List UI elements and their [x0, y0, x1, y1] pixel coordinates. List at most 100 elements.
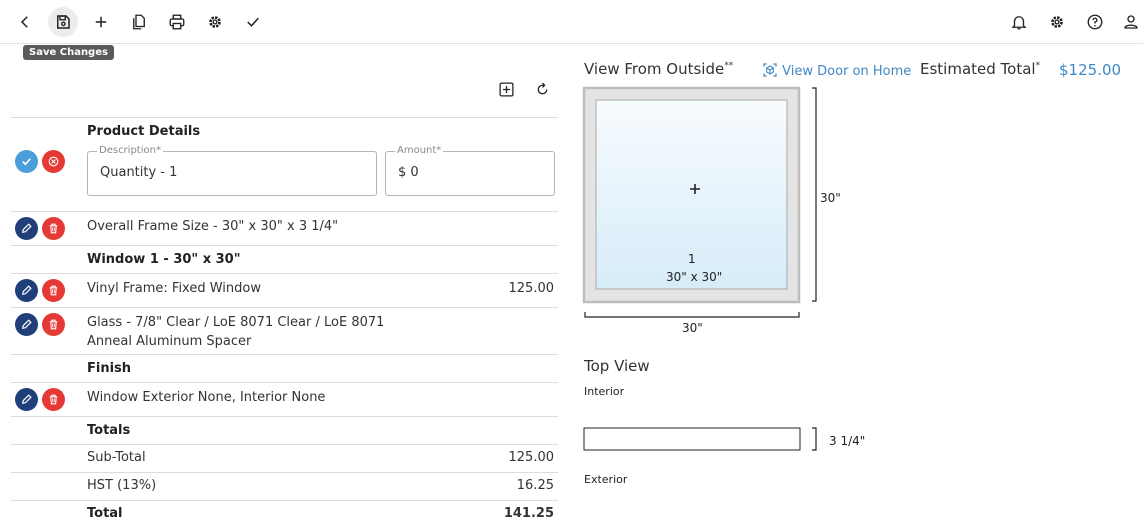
top-view-title: Top View — [584, 357, 650, 375]
settings-button[interactable] — [200, 7, 230, 37]
save-icon — [57, 15, 70, 29]
estimated-total-value: $125.00 — [1059, 61, 1122, 79]
amount-field[interactable]: Amount* $ 0 — [385, 145, 555, 196]
subtotal-value: 125.00 — [508, 450, 555, 465]
help-button[interactable] — [1080, 7, 1110, 37]
pencil-icon — [21, 319, 32, 330]
check-icon — [247, 17, 259, 27]
pencil-icon — [21, 223, 32, 234]
line-item: Vinyl Frame: Fixed Window 125.00 — [11, 273, 558, 307]
hst-label: HST (13%) — [87, 478, 157, 493]
estimated-total-sup: * — [1035, 61, 1041, 71]
save-button[interactable] — [48, 7, 78, 37]
print-button[interactable] — [162, 7, 192, 37]
view-door-on-home-link[interactable]: View Door on Home — [762, 62, 911, 79]
description-label: Description* — [97, 145, 163, 156]
section-header: Window 1 - 30" x 30" — [11, 245, 558, 273]
line-item: Overall Frame Size - 30" x 30" x 3 1/4" — [11, 211, 558, 245]
cancel-line-button[interactable] — [42, 150, 65, 173]
check-icon — [22, 158, 31, 166]
depth-bracket — [812, 427, 817, 451]
trash-icon — [49, 285, 58, 296]
window-header: Window 1 - 30" x 30" — [87, 252, 241, 267]
width-bracket — [584, 312, 800, 318]
trash-icon — [49, 319, 58, 330]
total-label: Total — [87, 506, 123, 521]
cancel-icon — [48, 156, 59, 167]
depth-dimension: 3 1/4" — [829, 434, 866, 448]
hst-row: HST (13%) 16.25 — [11, 472, 558, 500]
bell-icon — [1011, 16, 1027, 30]
edit-button[interactable] — [15, 388, 38, 411]
user-icon — [1123, 15, 1138, 29]
edit-button[interactable] — [15, 313, 38, 336]
delete-button[interactable] — [42, 388, 65, 411]
product-details-row: Product Details Description* Quantity - … — [11, 117, 558, 211]
total-row: Total 141.25 — [11, 500, 558, 531]
section-header: Finish — [11, 354, 558, 382]
trash-icon — [49, 394, 58, 405]
edit-button[interactable] — [15, 217, 38, 240]
height-dimension: 30" — [820, 191, 841, 205]
width-dimension: 30" — [682, 321, 703, 335]
settings-icon — [209, 16, 221, 28]
view-outside-title-sup: ** — [724, 61, 734, 71]
total-value: 141.25 — [503, 506, 554, 521]
pane-size: 30" x 30" — [666, 270, 723, 284]
top-view-drawing — [583, 427, 817, 451]
subtotal-label: Sub-Total — [87, 450, 146, 465]
description-value: Quantity - 1 — [100, 165, 178, 180]
help-icon — [1087, 14, 1103, 30]
trash-icon — [49, 223, 58, 234]
pencil-icon — [21, 285, 32, 296]
copy-button[interactable] — [124, 7, 154, 37]
save-tooltip: Save Changes — [23, 45, 114, 60]
amount-value: $ 0 — [398, 165, 419, 180]
estimated-total-text: Estimated Total — [920, 60, 1036, 78]
line-item-text: Window Exterior None, Interior None — [87, 390, 326, 405]
edit-button[interactable] — [15, 279, 38, 302]
totals-header-row: Totals — [11, 416, 558, 444]
totals-header: Totals — [87, 423, 131, 438]
frame-depth-box — [583, 427, 801, 451]
add-line-button[interactable] — [496, 79, 516, 99]
view-outside-title: View From Outside** — [584, 60, 733, 78]
line-item-text: Vinyl Frame: Fixed Window — [87, 281, 261, 296]
height-bracket — [812, 87, 817, 302]
delete-button[interactable] — [42, 313, 65, 336]
interior-label: Interior — [584, 385, 625, 398]
line-item-amount: 125.00 — [508, 281, 555, 296]
estimated-total-label: Estimated Total* — [920, 60, 1040, 78]
add-icon — [95, 16, 107, 28]
notifications-button[interactable] — [1004, 7, 1034, 37]
delete-button[interactable] — [42, 217, 65, 240]
window-drawing — [582, 86, 817, 318]
view-outside-title-text: View From Outside — [584, 60, 725, 78]
add-box-icon — [498, 81, 514, 97]
confirm-button[interactable] — [238, 7, 268, 37]
print-icon — [169, 14, 185, 30]
hst-value: 16.25 — [516, 478, 554, 493]
top-toolbar — [0, 0, 1143, 44]
account-button[interactable] — [1118, 7, 1143, 37]
finish-header: Finish — [87, 361, 132, 376]
add-button[interactable] — [86, 7, 116, 37]
copy-icon — [133, 14, 145, 30]
amount-label: Amount* — [395, 145, 444, 156]
line-item: Glass - 7/8" Clear / LoE 8071 Clear / Lo… — [11, 307, 558, 354]
back-button[interactable] — [10, 7, 40, 37]
line-item-text: Overall Frame Size - 30" x 30" x 3 1/4" — [87, 219, 339, 234]
refresh-button[interactable] — [532, 79, 552, 99]
pane-number: 1 — [688, 252, 696, 266]
view-door-link-text: View Door on Home — [782, 64, 912, 79]
line-item-text-2: Anneal Aluminum Spacer — [87, 334, 252, 349]
line-item: Window Exterior None, Interior None — [11, 382, 558, 416]
product-details-header: Product Details — [87, 124, 201, 139]
back-icon — [20, 16, 28, 28]
description-field[interactable]: Description* Quantity - 1 — [87, 145, 377, 196]
app-settings-button[interactable] — [1042, 7, 1072, 37]
delete-button[interactable] — [42, 279, 65, 302]
gear-icon — [1051, 16, 1063, 28]
confirm-line-button[interactable] — [15, 150, 38, 173]
refresh-icon — [537, 82, 547, 94]
